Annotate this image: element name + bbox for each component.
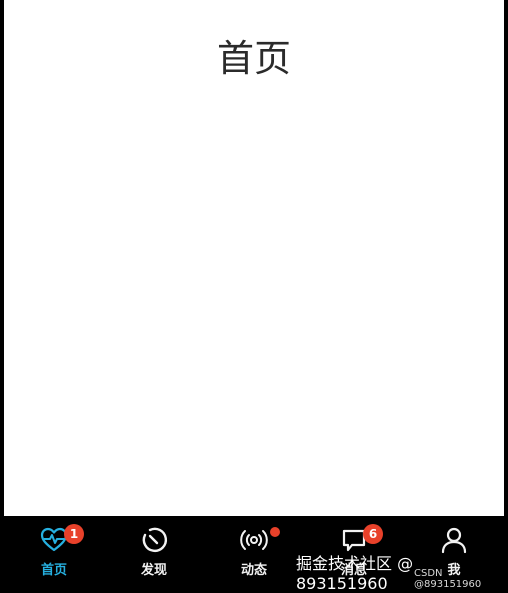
tab-discover[interactable]: 发现	[103, 516, 205, 586]
compass-icon	[142, 527, 168, 553]
tab-feed[interactable]: 动态	[203, 516, 305, 586]
tab-home[interactable]: 1 首页	[3, 516, 105, 586]
broadcast-icon	[240, 530, 268, 550]
home-badge: 1	[64, 524, 84, 544]
tab-discover-label: 发现	[140, 563, 167, 578]
messages-badge: 6	[363, 524, 383, 544]
feed-notification-dot	[270, 527, 280, 537]
app-screen: 首页	[4, 0, 504, 516]
tab-feed-label: 动态	[240, 563, 267, 578]
page-title: 首页	[217, 37, 291, 80]
watermark-sub: CSDN @893151960	[414, 568, 482, 590]
tab-home-label: 首页	[40, 563, 67, 578]
